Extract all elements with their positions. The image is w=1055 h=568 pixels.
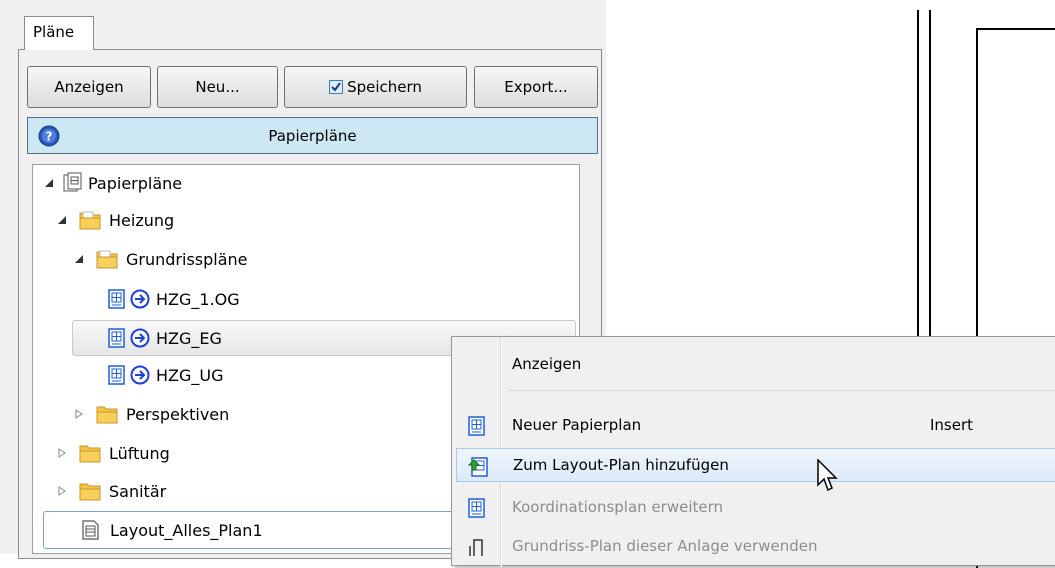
tree-item-papierplaene[interactable]: Papierpläne: [44, 166, 182, 200]
paper-plans-icon: [63, 172, 82, 192]
menu-item-neuer-papierplan[interactable]: Neuer Papierplan Insert: [452, 408, 1055, 442]
speichern-checkbox[interactable]: [329, 80, 344, 94]
folder-icon: [96, 250, 118, 269]
expanded-arrow-icon[interactable]: [57, 215, 67, 225]
plan-sheet-icon: [108, 289, 125, 309]
link-arrow-icon: [130, 365, 150, 385]
floor-plan-icon: [469, 539, 483, 556]
tree-label: HZG_UG: [156, 365, 224, 385]
menu-item-label: Koordinationsplan erweitern: [512, 498, 724, 516]
tree-item-hzg-ug[interactable]: HZG_UG: [108, 358, 224, 392]
export-button-label: Export...: [504, 78, 568, 96]
link-arrow-icon: [130, 328, 150, 348]
export-button[interactable]: Export...: [474, 66, 598, 108]
tree-label: Sanitär: [109, 481, 167, 501]
layout-sheet-icon: [82, 520, 99, 540]
plan-sheet-icon: [468, 498, 485, 518]
tree-label: HZG_EG: [156, 328, 222, 348]
add-to-layout-icon: [467, 457, 488, 477]
tree-label: Layout_Alles_Plan1: [110, 520, 263, 540]
tree-label: Papierpläne: [88, 173, 183, 193]
menu-separator: [508, 390, 1055, 391]
tree-label: Lüftung: [109, 443, 170, 463]
tree-item-lueftung[interactable]: Lüftung: [57, 436, 170, 470]
speichern-button[interactable]: Speichern: [284, 66, 467, 108]
mouse-cursor-icon: [817, 459, 838, 492]
tree-item-perspektiven[interactable]: Perspektiven: [74, 397, 229, 431]
tree-item-hzg-eg[interactable]: HZG_EG: [108, 321, 222, 355]
menu-item-label: Grundriss-Plan dieser Anlage verwenden: [512, 537, 818, 555]
folder-icon: [96, 406, 118, 424]
tab-plaene[interactable]: Pläne: [24, 16, 94, 50]
collapsed-arrow-icon[interactable]: [57, 448, 67, 458]
checkmark-icon: [331, 82, 341, 92]
folder-icon: [79, 211, 101, 230]
tree-label: Grundrisspläne: [126, 249, 248, 269]
menu-item-label: Zum Layout-Plan hinzufügen: [513, 456, 729, 474]
menu-item-shortcut: Insert: [930, 416, 974, 434]
menu-item-grundriss-plan[interactable]: Grundriss-Plan dieser Anlage verwenden: [452, 529, 1055, 563]
tree-item-layout-alles-plan1[interactable]: Layout_Alles_Plan1: [82, 513, 263, 547]
tree-item-sanitaer[interactable]: Sanitär: [57, 474, 166, 508]
speichern-button-label: Speichern: [347, 78, 422, 96]
menu-item-label: Neuer Papierplan: [512, 416, 642, 434]
anzeigen-button-label: Anzeigen: [54, 78, 124, 96]
expanded-arrow-icon[interactable]: [44, 178, 54, 188]
tree-item-hzg-1og[interactable]: HZG_1.OG: [108, 282, 240, 316]
collapsed-arrow-icon[interactable]: [57, 486, 67, 496]
help-icon[interactable]: ?: [38, 125, 60, 147]
menu-item-anzeigen[interactable]: Anzeigen: [452, 347, 1055, 381]
tree-item-heizung[interactable]: Heizung: [57, 203, 174, 237]
neu-button[interactable]: Neu...: [157, 66, 278, 108]
svg-text:?: ?: [46, 130, 53, 144]
tree-label: HZG_1.OG: [156, 289, 240, 309]
context-menu: Anzeigen Neuer Papierplan Insert Zum Lay…: [451, 336, 1055, 567]
folder-icon: [79, 445, 101, 463]
plan-sheet-icon: [108, 365, 125, 385]
tree-label: Heizung: [109, 210, 175, 230]
plan-sheet-icon: [108, 328, 125, 348]
papierplaene-header: ? Papierpläne: [27, 117, 598, 154]
folder-icon: [79, 483, 101, 501]
anzeigen-button[interactable]: Anzeigen: [27, 66, 151, 108]
link-arrow-icon: [130, 289, 150, 309]
expanded-arrow-icon[interactable]: [74, 254, 84, 264]
tree-label: Perspektiven: [126, 404, 230, 424]
menu-item-zum-layout-plan[interactable]: Zum Layout-Plan hinzufügen: [456, 448, 1055, 482]
neu-button-label: Neu...: [195, 78, 240, 96]
plan-sheet-icon: [468, 416, 485, 436]
menu-item-label: Anzeigen: [512, 355, 582, 373]
menu-item-koordinationsplan[interactable]: Koordinationsplan erweitern: [452, 490, 1055, 524]
collapsed-arrow-icon[interactable]: [74, 409, 84, 419]
header-title: Papierpläne: [268, 126, 357, 145]
tree-item-grundrissplaene[interactable]: Grundrisspläne: [74, 242, 248, 276]
